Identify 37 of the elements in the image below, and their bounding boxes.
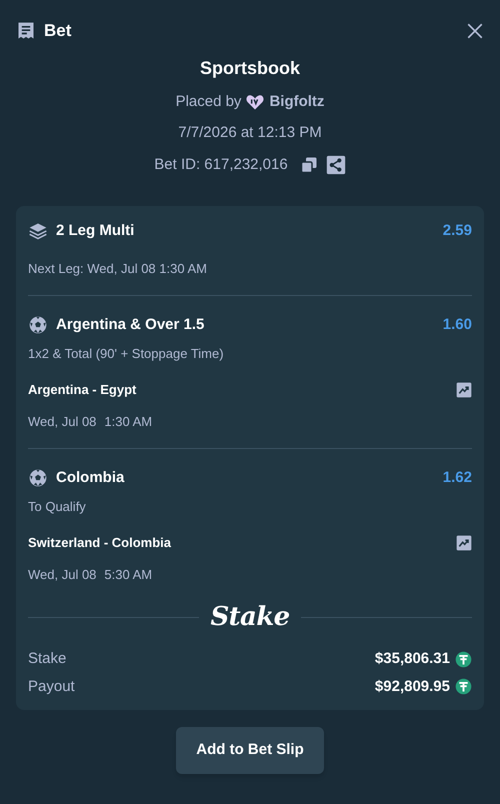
- event-time: 1:30 AM: [104, 412, 152, 430]
- event-name: Switzerland - Colombia: [28, 534, 172, 552]
- bet-id: Bet ID: 617,232,016: [154, 154, 288, 174]
- layers-icon: [28, 221, 48, 242]
- book-title: Sportsbook: [200, 56, 300, 80]
- copy-icon[interactable]: [300, 156, 318, 174]
- bet-date: 7/7/2026 at 12:13 PM: [178, 123, 322, 143]
- add-to-bet-slip-button[interactable]: Add to Bet Slip: [176, 727, 324, 774]
- event-time: 5:30 AM: [104, 566, 152, 584]
- selection: Colombia: [56, 468, 124, 488]
- chart-icon[interactable]: [456, 382, 472, 398]
- odds: 1.60: [442, 315, 472, 335]
- event-date: Wed, Jul 08: [28, 412, 96, 430]
- total-label: Stake: [28, 649, 66, 669]
- odds: 1.62: [442, 468, 472, 488]
- market: To Qualify: [28, 498, 87, 516]
- selection: Argentina & Over 1.5: [56, 315, 204, 335]
- brand-logo: Stake: [210, 604, 290, 630]
- bet-type: 2 Leg Multi: [56, 221, 134, 241]
- tether-coin-icon: [455, 678, 472, 696]
- amount: $92,809.95: [374, 676, 450, 696]
- event-name: Argentina - Egypt: [28, 381, 136, 399]
- event-date: Wed, Jul 08: [28, 566, 96, 584]
- tether-coin-icon: [455, 650, 472, 668]
- soccer-ball-icon: [28, 315, 48, 336]
- chart-icon[interactable]: [456, 534, 472, 551]
- odds: 2.59: [442, 221, 472, 241]
- next-leg: Next Leg: Wed, Jul 08 1:30 AM: [28, 260, 208, 278]
- placed-by-label: Placed by: [176, 92, 242, 112]
- share-icon[interactable]: [326, 154, 346, 175]
- username: Bigfoltz: [269, 92, 324, 112]
- close-icon[interactable]: [466, 22, 484, 40]
- soccer-ball-icon: [28, 468, 48, 488]
- window-title: Bet: [44, 20, 72, 42]
- amount: $35,806.31: [374, 649, 450, 669]
- market: 1x2 & Total (90' + Stoppage Time): [28, 344, 225, 363]
- total-label: Payout: [28, 676, 75, 696]
